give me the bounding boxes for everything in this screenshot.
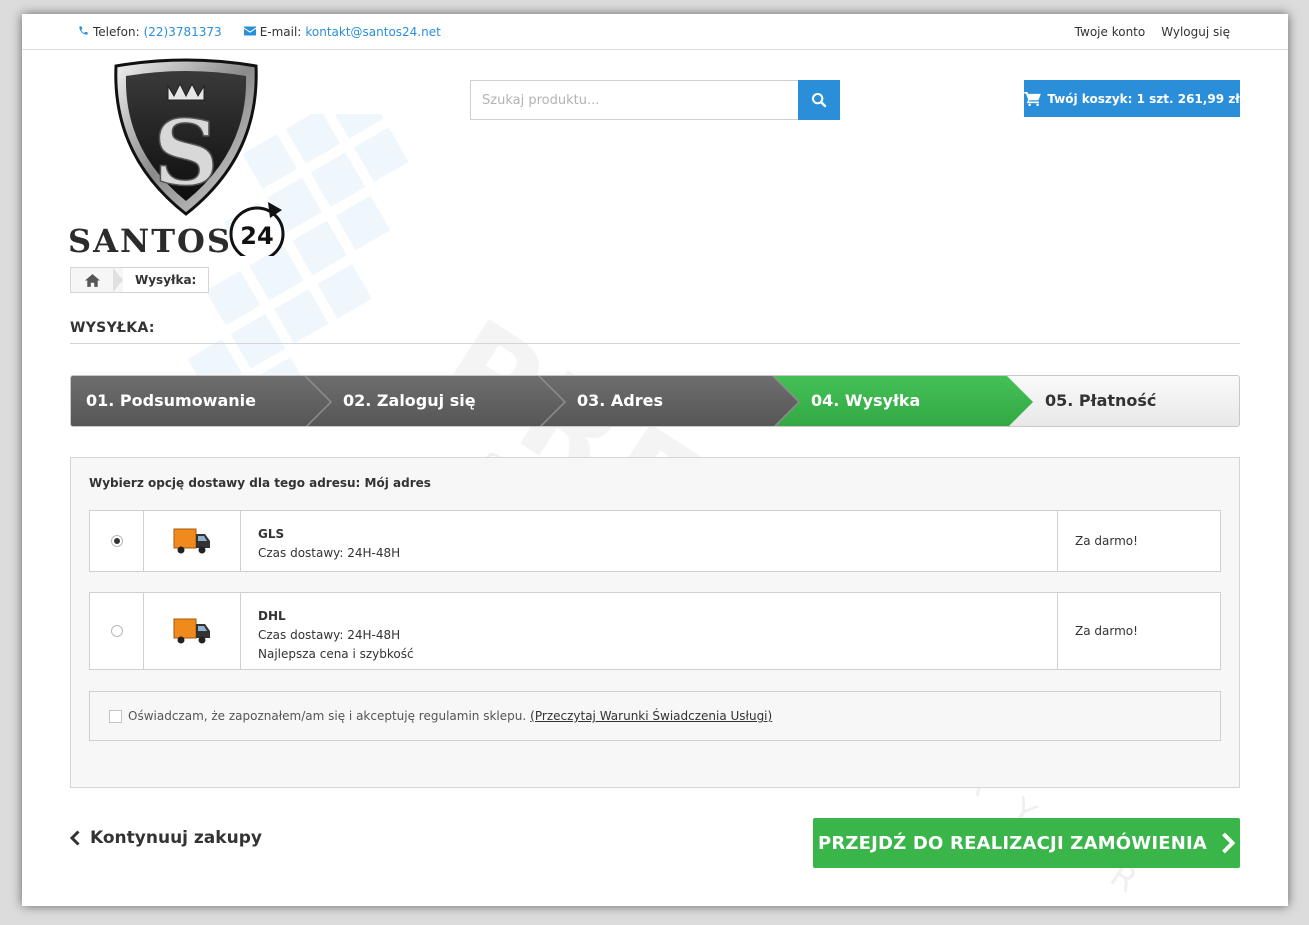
search-button[interactable] (798, 80, 840, 120)
terms-row: Oświadczam, że zapoznałem/am się i akcep… (89, 691, 1221, 741)
carrier-extra: Najlepsza cena i szybkość (258, 647, 414, 661)
page-title: WYSYŁKA: (70, 320, 155, 336)
step-5: 05. Płatność (1045, 391, 1157, 410)
search-input[interactable] (470, 80, 798, 120)
site-logo[interactable]: S SANTOS 24 (68, 56, 288, 262)
search-bar (470, 80, 840, 120)
top-bar: Telefon: (22)3781373 E-mail: kontakt@san… (22, 14, 1288, 50)
delivery-options-panel: Wybierz opcję dostawy dla tego adresu: M… (70, 457, 1240, 788)
contact-info: Telefon: (22)3781373 E-mail: kontakt@san… (78, 25, 441, 39)
step-4: 04. Wysyłka (811, 391, 921, 410)
carrier-delay: Czas dostawy: 24H-48H (258, 628, 401, 642)
home-icon (84, 273, 100, 287)
phone-icon (78, 25, 89, 39)
breadcrumb-home[interactable] (71, 268, 113, 292)
account-link[interactable]: Twoje konto (1075, 25, 1146, 39)
logo-letter: S (154, 100, 219, 206)
step-1[interactable]: 01. Podsumowanie (86, 391, 256, 410)
breadcrumb: Wysyłka: (70, 267, 210, 293)
chevron-right-icon (1222, 832, 1236, 854)
breadcrumb-separator (113, 268, 123, 292)
breadcrumb-current: Wysyłka: (123, 268, 209, 292)
cart-icon (1024, 91, 1042, 106)
carrier-row[interactable]: DHL Czas dostawy: 24H-48H Najlepsza cena… (89, 592, 1221, 670)
carrier-delay: Czas dostawy: 24H-48H (258, 546, 401, 560)
truck-icon (173, 528, 210, 554)
logout-link[interactable]: Wyloguj się (1161, 25, 1230, 39)
search-icon (812, 93, 827, 108)
account-links: Twoje konto Wyloguj się (1075, 25, 1230, 39)
checkout-steps: 01. Podsumowanie 02. Zaloguj się 03. Adr… (70, 375, 1240, 427)
terms-checkbox[interactable] (109, 709, 122, 723)
carrier-price: Za darmo! (1075, 624, 1138, 638)
step-2[interactable]: 02. Zaloguj się (343, 391, 476, 410)
email-link[interactable]: kontakt@santos24.net (305, 25, 440, 39)
carrier-radio-dhl[interactable] (110, 625, 123, 637)
truck-icon (173, 618, 210, 644)
carrier-price: Za darmo! (1075, 534, 1138, 548)
chevron-left-icon (70, 830, 80, 846)
phone-link[interactable]: (22)3781373 (144, 25, 222, 39)
cart-label: Twój koszyk: 1 szt. 261,99 zł (1047, 91, 1240, 106)
carrier-name: GLS (258, 527, 285, 541)
title-divider (70, 343, 1240, 344)
email-label: E-mail: (259, 25, 302, 39)
logo-brand: SANTOS (68, 222, 232, 256)
page: PREBYTES SECURITY LAYER Telefon: (22)378… (22, 14, 1288, 906)
terms-link[interactable]: (Przeczytaj Warunki Świadczenia Usługi) (530, 709, 772, 723)
continue-label: Kontynuuj zakupy (90, 828, 262, 848)
logo-badge: 24 (240, 222, 273, 250)
carrier-radio-gls[interactable] (110, 535, 123, 547)
cart-button[interactable]: Twój koszyk: 1 szt. 261,99 zł (1024, 80, 1240, 117)
proceed-to-checkout-button[interactable]: PRZEJDŹ DO REALIZACJI ZAMÓWIENIA (813, 818, 1240, 868)
terms-text: Oświadczam, że zapoznałem/am się i akcep… (128, 709, 527, 723)
carrier-row[interactable]: GLS Czas dostawy: 24H-48H Za darmo! (89, 510, 1221, 572)
delivery-prompt: Wybierz opcję dostawy dla tego adresu: M… (89, 476, 431, 490)
carrier-name: DHL (258, 609, 286, 623)
proceed-label: PRZEJDŹ DO REALIZACJI ZAMÓWIENIA (817, 832, 1208, 854)
phone-label: Telefon: (93, 25, 140, 39)
mail-icon (243, 25, 256, 39)
step-3[interactable]: 03. Adres (577, 391, 663, 410)
continue-shopping-link[interactable]: Kontynuuj zakupy (70, 828, 262, 848)
